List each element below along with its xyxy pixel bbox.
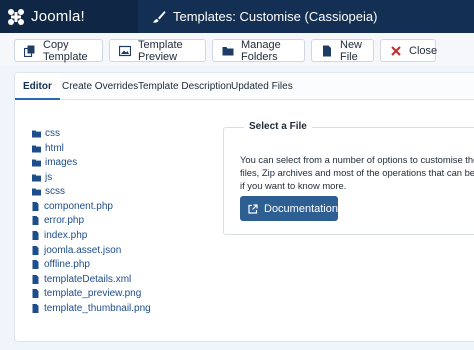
file-icon — [32, 303, 39, 313]
tree-folder-label: images — [45, 156, 78, 168]
description-line: if you want to know more. — [240, 180, 347, 191]
toolbar: Copy Template Template Preview Manage Fo… — [0, 33, 474, 66]
external-link-icon — [248, 203, 258, 214]
tree-file-offline-php[interactable]: offline.php — [31, 257, 90, 271]
tree-file-label: template_preview.png — [44, 287, 142, 299]
tree-file-joomla-asset-json[interactable]: joomla.asset.json — [31, 243, 121, 257]
joomla-logo-icon — [8, 8, 24, 25]
tab-updated-files[interactable]: Updated Files — [231, 73, 293, 100]
tree-folder-label: css — [45, 127, 60, 139]
tree-file-label: template_thumbnail.png — [44, 302, 151, 314]
manage-folders-label: Manage Folders — [241, 38, 281, 63]
tree-folder-html[interactable]: html — [32, 141, 64, 155]
tree-file-label: error.php — [44, 214, 85, 226]
paintbrush-icon — [153, 10, 166, 23]
tree-folder-label: scss — [45, 185, 65, 197]
tree-folder-label: html — [45, 142, 64, 154]
tree-file-label: component.php — [44, 200, 113, 212]
tree-file-index-php[interactable]: index.php — [31, 228, 87, 242]
template-preview-button[interactable]: Template Preview — [109, 38, 206, 63]
file-icon — [32, 201, 39, 211]
folder-icon — [32, 159, 41, 166]
tree-file-error-php[interactable]: error.php — [31, 213, 84, 227]
tab-bar: Editor Create Overrides Template Descrip… — [15, 73, 474, 100]
tree-file-label: index.php — [44, 229, 88, 241]
tree-file-label: joomla.asset.json — [44, 244, 122, 256]
tree-file-label: templateDetails.xml — [44, 273, 132, 285]
copy-template-button[interactable]: Copy Template — [14, 38, 103, 63]
select-file-description: You can select from a number of options … — [240, 153, 474, 192]
tree-folder-js[interactable]: js — [32, 170, 52, 184]
main-card: Editor Create Overrides Template Descrip… — [14, 72, 474, 342]
documentation-button[interactable]: Documentation — [240, 196, 338, 221]
description-line: You can select from a number of options … — [240, 154, 474, 165]
top-header: Joomla! Templates: Customise (Cassiopeia… — [0, 0, 474, 33]
tree-file-label: offline.php — [44, 258, 90, 270]
tree-folder-label: js — [45, 171, 53, 183]
tree-file-template-preview-png[interactable]: template_preview.png — [31, 286, 141, 300]
tab-editor[interactable]: Editor — [15, 73, 60, 100]
tab-create-overrides[interactable]: Create Overrides — [62, 73, 138, 100]
folder-icon — [32, 174, 41, 181]
file-icon — [32, 259, 39, 269]
file-icon — [323, 45, 331, 56]
file-icon — [32, 288, 39, 298]
folder-icon — [32, 145, 41, 152]
copy-icon — [24, 45, 35, 57]
manage-folders-button[interactable]: Manage Folders — [212, 38, 305, 63]
folder-icon — [32, 130, 41, 137]
file-icon — [32, 215, 39, 225]
image-icon — [119, 45, 131, 56]
tree-folder-images[interactable]: images — [32, 155, 77, 169]
tree-folder-css[interactable]: css — [32, 126, 60, 140]
tree-file-component-php[interactable]: component.php — [31, 199, 113, 213]
page-title: Templates: Customise (Cassiopeia) — [173, 9, 378, 24]
brand[interactable]: Joomla! — [0, 0, 138, 33]
description-line: files, Zip archives and most of the oper… — [240, 167, 474, 178]
documentation-label: Documentation — [264, 202, 338, 215]
copy-template-label: Copy Template — [43, 38, 88, 63]
tree-file-templatedetails-xml[interactable]: templateDetails.xml — [31, 272, 131, 286]
tab-template-description[interactable]: Template Description — [138, 73, 231, 100]
select-file-legend: Select a File — [244, 121, 312, 132]
brand-name: Joomla! — [31, 8, 85, 25]
new-file-button[interactable]: New File — [311, 38, 374, 63]
folder-icon — [32, 188, 41, 195]
folder-icon — [222, 46, 234, 55]
file-icon — [32, 245, 39, 255]
close-label: Close — [409, 44, 438, 57]
new-file-label: New File — [340, 38, 363, 63]
file-icon — [32, 230, 39, 240]
tree-file-template-thumbnail-png[interactable]: template_thumbnail.png — [31, 301, 151, 315]
close-button[interactable]: Close — [380, 39, 438, 62]
file-icon — [32, 274, 39, 284]
tree-folder-scss[interactable]: scss — [32, 184, 65, 198]
page-title-wrap: Templates: Customise (Cassiopeia) — [152, 9, 377, 24]
template-preview-label: Template Preview — [138, 38, 183, 63]
close-icon — [391, 45, 401, 56]
select-file-panel: Select a File You can select from a numb… — [223, 121, 474, 235]
